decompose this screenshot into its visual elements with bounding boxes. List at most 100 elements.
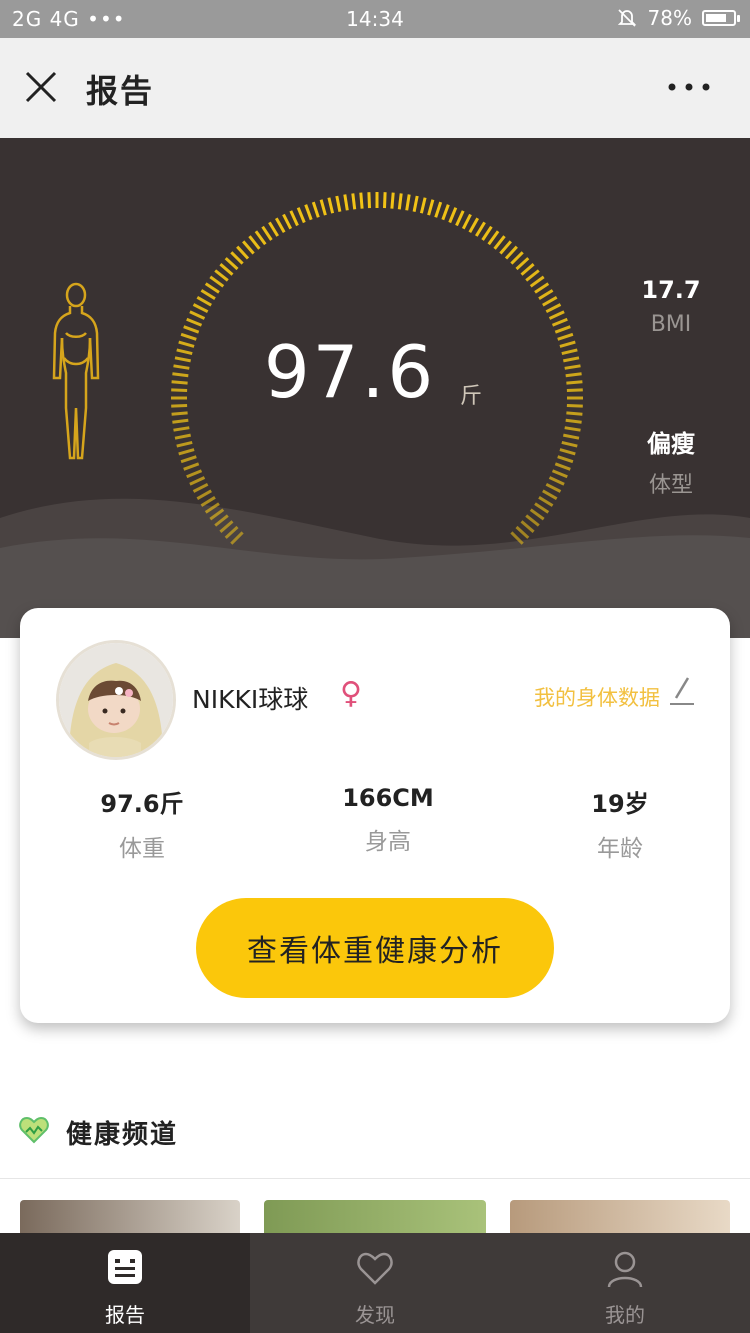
gauge-tick (565, 418, 582, 424)
gauge-tick (327, 197, 335, 214)
gauge-tick (520, 520, 535, 533)
heart-icon (19, 1116, 49, 1144)
gauge-tick (545, 482, 562, 493)
gauge-tick (566, 411, 583, 416)
battery-percent: 78% (647, 6, 692, 30)
gauge-tick (268, 221, 279, 237)
gauge-tick (178, 340, 195, 348)
gauge-tick (171, 388, 188, 392)
gauge-tick (289, 210, 299, 227)
close-icon[interactable] (22, 68, 60, 106)
user-icon (607, 1251, 643, 1288)
metric-height: 166CM 身高 (288, 784, 488, 856)
gauge-tick (214, 269, 229, 282)
gauge-tick (534, 502, 550, 514)
gauge-tick (173, 364, 190, 370)
gauge-tick (196, 295, 212, 307)
gauge-tick (383, 192, 387, 209)
gauge-tick (529, 275, 545, 288)
gauge-tick (186, 317, 203, 327)
status-right: 78% (616, 6, 740, 30)
gauge-tick (173, 426, 190, 432)
gauge-tick (566, 380, 583, 385)
gauge-tick (172, 418, 189, 424)
gauge-tick (405, 194, 411, 211)
gauge-tick (551, 317, 568, 327)
gauge-tick (561, 440, 578, 448)
body-type-label: 体型 (648, 473, 693, 498)
gauge-tick (176, 440, 193, 448)
gauge-tick (529, 508, 545, 521)
gauge-tick (559, 340, 576, 348)
gauge-tick (551, 469, 568, 479)
avatar[interactable] (56, 640, 176, 760)
bmi-stat: 17.7 BMI (616, 276, 726, 337)
status-bar: 2G 4G ••• 14:34 78% (0, 0, 750, 38)
gauge-tick (192, 303, 209, 314)
metric-age: 19岁 年龄 (520, 784, 720, 863)
gauge-tick (493, 235, 506, 250)
gauge-tick (448, 207, 458, 224)
body-type-value: 偏瘦 (647, 430, 695, 458)
view-health-analysis-button[interactable]: 查看体重健康分析 (196, 898, 554, 998)
metric-value: 97.6斤 (100, 790, 184, 818)
gauge-tick (230, 251, 244, 265)
more-dots-icon[interactable] (664, 72, 714, 102)
bottom-tab-bar: 报告 发现 我的 (0, 1233, 750, 1333)
gauge-tick (248, 235, 261, 250)
gauge-tick (510, 251, 524, 265)
gauge-tick (192, 482, 209, 493)
gauge-tick (520, 263, 535, 276)
body-type-stat: 偏瘦 体型 (616, 424, 726, 499)
gauge-tick (564, 364, 581, 370)
gauge-tick (538, 289, 554, 300)
gauge-tick (566, 404, 583, 408)
gauge-tick (542, 489, 558, 501)
battery-icon (702, 10, 740, 26)
gauge-tick (176, 348, 193, 356)
gauge-tick (554, 325, 571, 334)
gauge-tick (559, 448, 576, 456)
gauge-tick (515, 525, 530, 539)
gauge-tick (475, 221, 486, 237)
gauge-tick (557, 455, 574, 464)
gauge-tick (542, 295, 558, 307)
gauge-tick (261, 225, 273, 241)
metric-value: 19岁 (591, 790, 649, 818)
tab-me[interactable]: 我的 (500, 1233, 750, 1333)
gauge-tick (200, 496, 216, 507)
gauge-tick (565, 372, 582, 378)
gauge-tick (427, 199, 435, 216)
gauge-tick (282, 213, 293, 230)
tab-report[interactable]: 报告 (0, 1233, 250, 1333)
weight-hero: 97.6 斤 17.7 BMI 偏瘦 体型 (0, 138, 750, 638)
tab-discover[interactable]: 发现 (250, 1233, 500, 1333)
gauge-tick (561, 348, 578, 356)
bmi-value: 17.7 (641, 276, 701, 304)
tab-label: 报告 (105, 1303, 145, 1327)
gauge-tick (274, 217, 286, 233)
gauge-tick (224, 257, 239, 271)
gauge-tick (412, 195, 419, 212)
gauge-tick (534, 282, 550, 294)
gauge-tick (180, 332, 197, 341)
gauge-tick (209, 275, 225, 288)
gauge-tick (171, 380, 188, 385)
gauge-tick (554, 462, 571, 471)
gauge-tick (186, 469, 203, 479)
gauge-tick (367, 192, 371, 209)
gauge-tick (419, 197, 427, 214)
my-body-data-link[interactable]: 我的身体数据 (534, 682, 660, 712)
metric-label: 身高 (365, 829, 411, 855)
gauge-tick (172, 372, 189, 378)
gauge-tick (178, 448, 195, 456)
gauge-tick (515, 257, 530, 271)
metric-label: 年龄 (597, 836, 643, 862)
page-title: 报告 (86, 72, 155, 110)
gauge-tick (455, 210, 465, 227)
gauge-tick (359, 192, 364, 209)
pencil-icon[interactable] (668, 674, 696, 706)
gauge-tick (538, 496, 554, 507)
profile-card: NIKKI球球 ♀ 我的身体数据 97.6斤 体重 166CM 身高 19岁 年… (20, 608, 730, 1023)
gauge-tick (434, 201, 443, 218)
